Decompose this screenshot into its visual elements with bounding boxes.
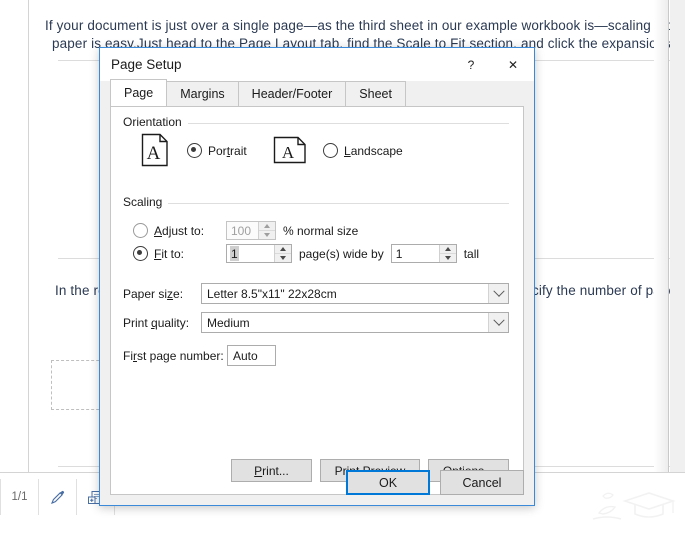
close-icon[interactable]: ✕ — [492, 48, 534, 81]
fit-to-row[interactable]: Fit to: 1 page(s) wide by 1 tall — [133, 244, 479, 263]
page-setup-dialog[interactable]: Page Setup ? ✕ Page Margins Header/Foote… — [99, 47, 535, 506]
radio-fit-to-indicator[interactable] — [133, 246, 148, 261]
tab-sheet[interactable]: Sheet — [345, 81, 406, 106]
fit-to-height-stepper-buttons[interactable] — [438, 245, 456, 262]
stepper-down-icon[interactable] — [275, 254, 291, 262]
stepper-down-icon[interactable] — [440, 254, 456, 262]
chevron-down-icon[interactable] — [488, 313, 508, 332]
titlebar-buttons: ? ✕ — [450, 48, 534, 81]
adjust-to-value: 100 — [231, 223, 252, 238]
svg-text:A: A — [282, 143, 295, 162]
fit-to-height-value[interactable]: 1 — [392, 245, 407, 262]
fit-to-width-stepper[interactable]: 1 — [226, 244, 292, 263]
print-quality-label: Print quality: — [123, 315, 190, 330]
landscape-page-icon[interactable]: A — [273, 136, 307, 164]
fit-to-width-value[interactable]: 1 — [230, 246, 239, 261]
fit-to-label: Fit to: — [154, 246, 185, 261]
tab-margins[interactable]: Margins — [166, 81, 239, 106]
fit-to-middle-label: page(s) wide by — [299, 246, 384, 261]
orientation-group-label: Orientation — [123, 115, 188, 129]
stepper-spacer — [242, 245, 274, 262]
paper-size-label: Paper size: — [123, 286, 184, 301]
first-page-number-input[interactable]: Auto — [227, 345, 276, 366]
dialog-title: Page Setup — [111, 57, 182, 72]
print-quality-combobox[interactable]: Medium — [201, 312, 509, 333]
dialog-titlebar[interactable]: Page Setup ? ✕ — [100, 48, 534, 81]
radio-landscape-indicator[interactable] — [323, 143, 338, 158]
stepper-down-icon[interactable] — [259, 231, 275, 239]
site-watermark — [592, 492, 676, 520]
pen-icon[interactable] — [39, 479, 77, 515]
tab-page[interactable]: Page — [110, 79, 168, 106]
adjust-to-stepper[interactable]: 100 — [226, 221, 276, 240]
radio-portrait[interactable]: Portrait — [187, 143, 247, 158]
group-divider — [123, 203, 509, 204]
scaling-group: Scaling Adjust to: 100 % normal size Fit… — [123, 195, 509, 265]
paper-size-combobox[interactable]: Letter 8.5"x11" 22x28cm — [201, 283, 509, 304]
fit-to-width-stepper-buttons[interactable] — [274, 245, 291, 262]
document-paragraph-line-1: If your document is just over a single p… — [45, 18, 685, 33]
svg-text:A: A — [147, 143, 161, 164]
page-indicator: 1/1 — [0, 479, 39, 515]
stepper-spacer — [406, 245, 438, 262]
orientation-group: Orientation A A Portrait Landscape — [123, 115, 509, 185]
radio-landscape-label: Landscape — [344, 143, 403, 158]
first-page-number-label: First page number: — [123, 348, 224, 363]
page-edge-shading — [654, 0, 669, 473]
sheet-left-margin — [0, 0, 29, 533]
radio-portrait-label: Portrait — [208, 143, 247, 158]
chevron-down-icon[interactable] — [488, 284, 508, 303]
print-quality-value: Medium — [207, 315, 250, 330]
paper-size-row: Paper size: Letter 8.5"x11" 22x28cm — [123, 283, 509, 304]
primary-button-row: OK Cancel — [346, 470, 524, 495]
tab-header-footer[interactable]: Header/Footer — [237, 81, 347, 106]
print-quality-row: Print quality: Medium — [123, 312, 509, 333]
page-gutter — [670, 0, 685, 473]
scaling-group-label: Scaling — [123, 195, 169, 209]
radio-portrait-indicator[interactable] — [187, 143, 202, 158]
radio-adjust-to-indicator[interactable] — [133, 223, 148, 238]
cancel-button[interactable]: Cancel — [440, 470, 524, 495]
paper-size-value: Letter 8.5"x11" 22x28cm — [207, 286, 337, 301]
stepper-up-icon[interactable] — [259, 222, 275, 231]
stepper-up-icon[interactable] — [439, 245, 456, 254]
adjust-to-row[interactable]: Adjust to: 100 % normal size — [133, 221, 358, 240]
portrait-page-icon[interactable]: A — [141, 133, 169, 167]
status-bar-cells: 1/1 — [0, 479, 115, 515]
radio-landscape[interactable]: Landscape — [323, 143, 403, 158]
stepper-up-icon[interactable] — [275, 245, 291, 254]
adjust-to-suffix: % normal size — [283, 223, 359, 238]
ok-button[interactable]: OK — [346, 470, 430, 495]
adjust-to-stepper-buttons[interactable] — [258, 222, 275, 239]
dialog-tab-strip: Page Margins Header/Footer Sheet — [110, 79, 524, 106]
fit-to-height-stepper[interactable]: 1 — [390, 244, 457, 263]
dialog-body: Orientation A A Portrait Landscape Scali… — [110, 106, 524, 495]
print-button[interactable]: Print... — [231, 459, 312, 482]
first-page-number-row: First page number: Auto — [123, 345, 509, 366]
help-icon[interactable]: ? — [450, 48, 492, 81]
adjust-to-label: Adjust to: — [154, 223, 205, 238]
fit-to-suffix: tall — [463, 246, 480, 261]
